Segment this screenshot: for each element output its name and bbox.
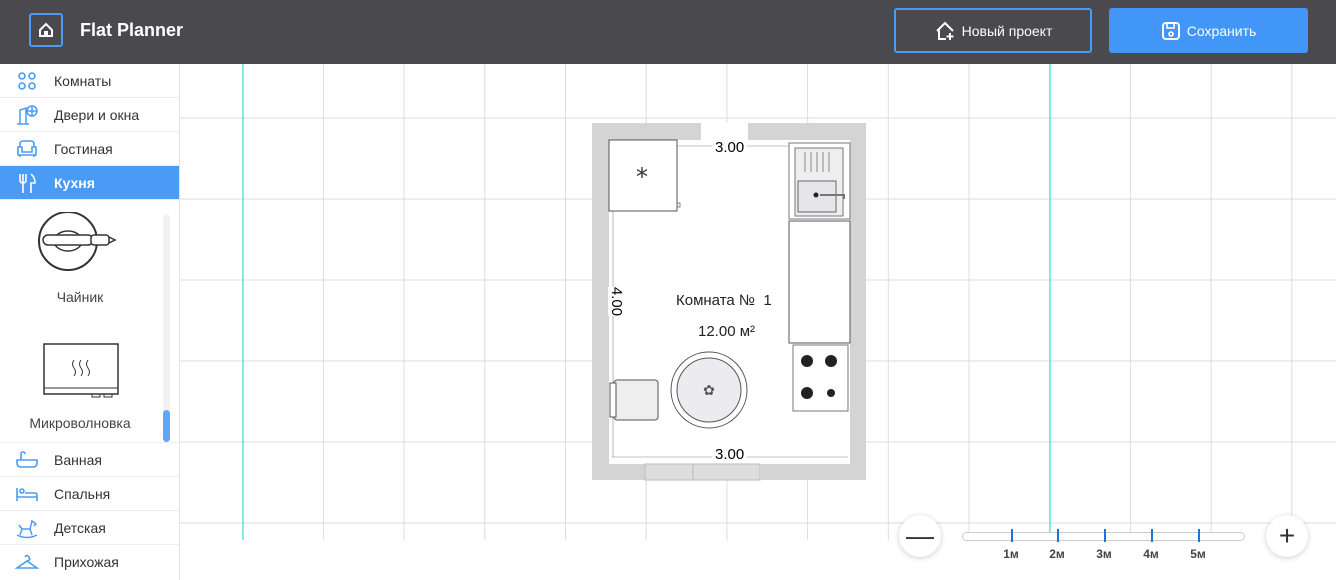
app-title: Flat Planner	[80, 20, 184, 40]
fridge[interactable]: *	[608, 139, 681, 212]
scale-label: 1м	[1003, 547, 1019, 561]
zoom-out-button[interactable]: —	[899, 515, 941, 557]
scale-label: 2м	[1049, 547, 1065, 561]
catalog-item-kettle[interactable]: Чайник	[0, 211, 160, 305]
sink[interactable]	[788, 142, 851, 220]
new-project-button[interactable]: Новый проект	[894, 8, 1092, 53]
kettle-icon	[38, 211, 117, 271]
sidebar-item-hallway[interactable]: Прихожая	[0, 545, 179, 579]
svg-text:*: *	[636, 163, 648, 191]
sidebar-item-doors-windows[interactable]: Двери и окна	[0, 98, 179, 132]
sidebar-item-label: Ванная	[54, 451, 102, 468]
zoom-in-button[interactable]: +	[1266, 515, 1308, 557]
window[interactable]	[644, 463, 808, 481]
svg-text:✿: ✿	[703, 382, 715, 398]
microwave-icon	[43, 343, 119, 398]
sofa-icon	[0, 139, 54, 159]
sidebar-item-label: Прихожая	[54, 554, 119, 570]
chair[interactable]	[609, 379, 659, 421]
catalog-item-microwave[interactable]: Микроволновка	[0, 342, 160, 431]
dining-table[interactable]: ✿	[670, 351, 748, 429]
plus-icon: +	[1278, 520, 1296, 551]
scale-label: 4м	[1143, 547, 1159, 561]
hanger-icon	[0, 553, 54, 571]
save-label: Сохранить	[1186, 22, 1257, 39]
save-button[interactable]: Сохранить	[1109, 8, 1308, 53]
room-area: 12.00 м²	[698, 323, 756, 340]
window[interactable]	[701, 123, 748, 140]
rocking-horse-icon	[0, 517, 54, 539]
scale-bar	[962, 529, 1245, 542]
scale-label: 3м	[1096, 547, 1112, 561]
sidebar-item-label: Комнаты	[54, 72, 112, 89]
counter[interactable]	[788, 220, 851, 344]
sidebar-item-label: Двери и окна	[54, 106, 140, 123]
new-project-label: Новый проект	[961, 22, 1053, 39]
sidebar-item-label: Кухня	[54, 174, 95, 191]
scrollbar-thumb[interactable]	[163, 410, 170, 442]
doors-windows-icon	[0, 104, 54, 126]
logo-icon	[29, 13, 63, 47]
sidebar-item-kids-room[interactable]: Детская	[0, 511, 179, 545]
dimension-left: 4.00	[608, 286, 626, 317]
bathtub-icon	[0, 450, 54, 470]
minus-icon: —	[906, 520, 934, 551]
fork-knife-icon	[0, 172, 54, 194]
sidebar-item-living-room[interactable]: Гостиная	[0, 132, 179, 166]
kitchen-catalog: Чайник Микроволновка	[0, 200, 179, 443]
stove[interactable]	[792, 344, 849, 412]
sidebar-item-label: Гостиная	[54, 140, 113, 157]
sidebar: Комнаты Двери и окна Гостиная Кухня Чайн…	[0, 64, 180, 580]
house-plus-icon	[935, 21, 954, 40]
bed-icon	[0, 486, 54, 502]
sidebar-item-bathroom[interactable]: Ванная	[0, 443, 179, 477]
sidebar-item-bedroom[interactable]: Спальня	[0, 477, 179, 511]
sidebar-item-label: Спальня	[54, 485, 111, 502]
floppy-icon	[1161, 21, 1180, 40]
room-name: Комната № 1	[676, 292, 772, 309]
catalog-scrollbar[interactable]	[163, 214, 170, 442]
sidebar-item-kitchen[interactable]: Кухня	[0, 166, 179, 200]
dimension-bottom: 3.00	[712, 446, 748, 463]
sidebar-item-rooms[interactable]: Комнаты	[0, 64, 179, 98]
dimension-top: 3.00	[712, 139, 748, 156]
rooms-icon	[0, 71, 54, 91]
sidebar-item-label: Детская	[54, 519, 106, 536]
header: Flat Planner Новый проект Сохранить	[0, 0, 1336, 64]
scale-label: 5м	[1190, 547, 1206, 561]
plan-canvas[interactable]: * ✿ 3.00 3.00 4.00 Комната № 1 12.00 м²	[180, 64, 1336, 580]
catalog-item-label: Микроволновка	[29, 415, 131, 431]
catalog-item-label: Чайник	[56, 289, 104, 305]
